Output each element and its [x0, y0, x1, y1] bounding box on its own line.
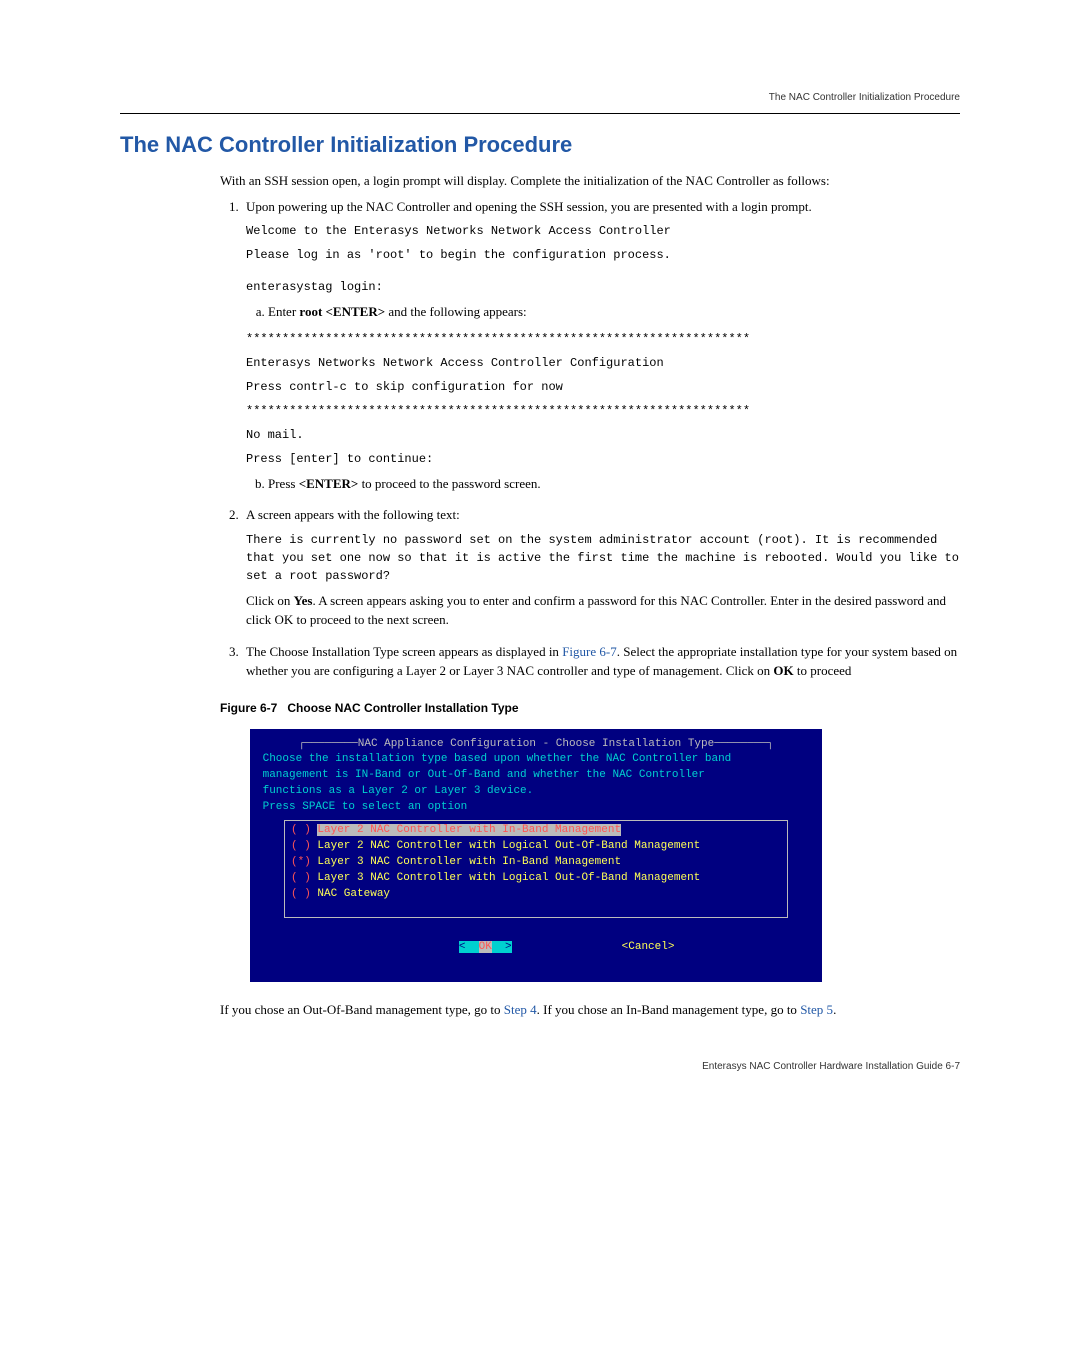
step-2: A screen appears with the following text…	[242, 505, 960, 630]
opt4-mark: ( )	[291, 872, 317, 884]
step1-sublist-b: Press <ENTER> to proceed to the password…	[246, 474, 960, 494]
figure-caption: Figure 6-7 Choose NAC Controller Install…	[220, 699, 960, 717]
step1-mono-a: Welcome to the Enterasys Networks Networ…	[246, 222, 960, 240]
step3-ok-bold: OK	[773, 663, 793, 678]
step1-mono-i: Press [enter] to continue:	[246, 450, 960, 468]
step1-mono-e: Enterasys Networks Network Access Contro…	[246, 354, 960, 372]
terminal-opt3[interactable]: (*) Layer 3 NAC Controller with In-Band …	[291, 855, 781, 871]
step-1-text: Upon powering up the NAC Controller and …	[246, 199, 812, 214]
procedure-list: Upon powering up the NAC Controller and …	[220, 197, 960, 681]
terminal-screenshot: ┌────────NAC Appliance Configuration - C…	[250, 729, 822, 982]
step-3: The Choose Installation Type screen appe…	[242, 642, 960, 681]
post-figure-para: If you chose an Out-Of-Band management t…	[220, 1000, 960, 1020]
opt3-label: Layer 3 NAC Controller with In-Band Mana…	[317, 856, 621, 868]
step2-mono: There is currently no password set on th…	[246, 531, 960, 585]
terminal-ok-button[interactable]: < OK >	[459, 941, 512, 953]
ok-l: <	[459, 941, 479, 953]
step1a-bold: root <ENTER>	[299, 304, 385, 319]
opt2-label: Layer 2 NAC Controller with Logical Out-…	[317, 840, 700, 852]
opt1-label: Layer 2 NAC Controller with In-Band Mana…	[317, 824, 621, 836]
ok-r: >	[492, 941, 512, 953]
terminal-opt5[interactable]: ( ) NAC Gateway	[291, 887, 781, 903]
section-title: The NAC Controller Initialization Proced…	[120, 128, 960, 161]
step2-after-a: Click on	[246, 593, 294, 608]
terminal-opt1[interactable]: ( ) Layer 2 NAC Controller with In-Band …	[291, 823, 781, 839]
step1b-bold: <ENTER>	[299, 476, 359, 491]
section-intro: With an SSH session open, a login prompt…	[220, 171, 960, 191]
terminal-line1: Choose the installation type based upon …	[256, 752, 816, 768]
terminal-button-row: < OK > <Cancel>	[256, 924, 816, 972]
step1-sublist: Enter root <ENTER> and the following app…	[246, 302, 960, 322]
step1-mono-d: ****************************************…	[246, 330, 960, 348]
page-footer: Enterasys NAC Controller Hardware Instal…	[120, 1059, 960, 1074]
step1a-before: Enter	[268, 304, 299, 319]
opt5-label: NAC Gateway	[317, 888, 390, 900]
step3-before: The Choose Installation Type screen appe…	[246, 644, 562, 659]
step3-after-b: to proceed	[794, 663, 852, 678]
terminal-frame-title: ┌────────NAC Appliance Configuration - C…	[256, 737, 816, 753]
step1-mono-g: ****************************************…	[246, 402, 960, 420]
step1-sub-a: Enter root <ENTER> and the following app…	[268, 302, 960, 322]
step1-mono-h: No mail.	[246, 426, 960, 444]
step1b-before: Press	[268, 476, 299, 491]
terminal-options-box: ( ) Layer 2 NAC Controller with In-Band …	[284, 820, 788, 918]
terminal-line3: functions as a Layer 2 or Layer 3 device…	[256, 784, 816, 800]
step1-mono-b: Please log in as 'root' to begin the con…	[246, 246, 960, 264]
postfig-c: .	[833, 1002, 836, 1017]
opt4-label: Layer 3 NAC Controller with Logical Out-…	[317, 872, 700, 884]
ok-mid: OK	[479, 941, 492, 953]
terminal-line2: management is IN-Band or Out-Of-Band and…	[256, 768, 816, 784]
step2-after: Click on Yes. A screen appears asking yo…	[246, 591, 960, 630]
terminal-line4: Press SPACE to select an option	[256, 800, 816, 816]
figure-caption-text: Choose NAC Controller Installation Type	[287, 701, 518, 715]
step2-after-b: . A screen appears asking you to enter a…	[246, 593, 946, 628]
step5-link[interactable]: Step 5	[800, 1002, 833, 1017]
step1b-after: to proceed to the password screen.	[358, 476, 540, 491]
step-1: Upon powering up the NAC Controller and …	[242, 197, 960, 494]
opt1-mark: ( )	[291, 824, 317, 836]
terminal-cancel-button[interactable]: <Cancel>	[622, 941, 675, 953]
running-header: The NAC Controller Initialization Proced…	[120, 90, 960, 105]
postfig-b: . If you chose an In-Band management typ…	[537, 1002, 801, 1017]
figure-caption-num: Figure 6-7	[220, 701, 277, 715]
header-rule	[120, 113, 960, 114]
figure-link[interactable]: Figure 6-7	[562, 644, 617, 659]
step4-link[interactable]: Step 4	[504, 1002, 537, 1017]
step2-after-bold: Yes	[294, 593, 313, 608]
step2-text: A screen appears with the following text…	[246, 507, 460, 522]
step1-sub-b: Press <ENTER> to proceed to the password…	[268, 474, 960, 494]
opt3-mark: (*)	[291, 856, 317, 868]
step1a-after: and the following appears:	[385, 304, 527, 319]
step1-mono-f: Press contrl-c to skip configuration for…	[246, 378, 960, 396]
opt5-mark: ( )	[291, 888, 317, 900]
opt2-mark: ( )	[291, 840, 317, 852]
terminal-opt2[interactable]: ( ) Layer 2 NAC Controller with Logical …	[291, 839, 781, 855]
terminal-opt4[interactable]: ( ) Layer 3 NAC Controller with Logical …	[291, 871, 781, 887]
postfig-a: If you chose an Out-Of-Band management t…	[220, 1002, 504, 1017]
step1-mono-c: enterasystag login:	[246, 278, 960, 296]
